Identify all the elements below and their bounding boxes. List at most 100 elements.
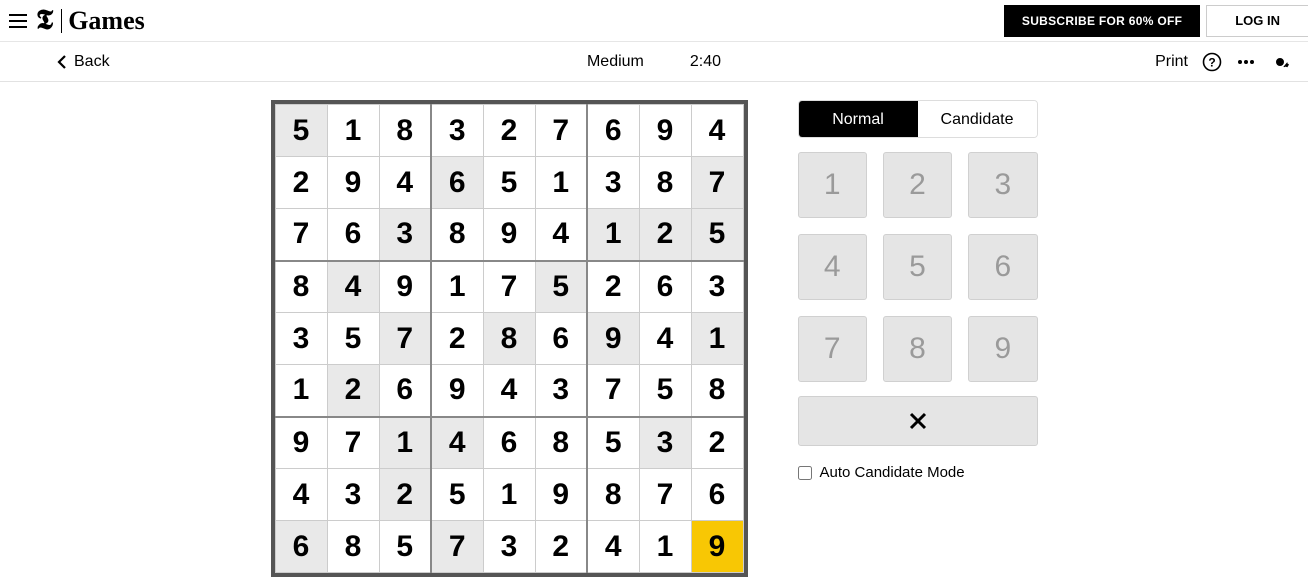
numpad-4[interactable]: 4 [798, 234, 867, 300]
sudoku-cell[interactable]: 5 [431, 469, 483, 521]
sudoku-cell[interactable]: 3 [691, 261, 743, 313]
sudoku-cell[interactable]: 1 [535, 157, 587, 209]
print-button[interactable]: Print [1155, 53, 1188, 71]
sudoku-cell[interactable]: 9 [327, 157, 379, 209]
sudoku-cell[interactable]: 9 [691, 521, 743, 573]
sudoku-cell[interactable]: 3 [587, 157, 639, 209]
numpad-8[interactable]: 8 [883, 316, 952, 382]
sudoku-cell[interactable]: 2 [587, 261, 639, 313]
sudoku-cell[interactable]: 2 [275, 157, 327, 209]
sudoku-cell[interactable]: 4 [431, 417, 483, 469]
sudoku-cell[interactable]: 6 [379, 365, 431, 417]
sudoku-cell[interactable]: 3 [327, 469, 379, 521]
brand-logo[interactable]: 𝕿 Games [36, 5, 145, 37]
clear-button[interactable] [798, 396, 1038, 446]
numpad-5[interactable]: 5 [883, 234, 952, 300]
sudoku-cell[interactable]: 6 [431, 157, 483, 209]
sudoku-cell[interactable]: 6 [587, 105, 639, 157]
sudoku-cell[interactable]: 1 [275, 365, 327, 417]
numpad-9[interactable]: 9 [968, 316, 1037, 382]
mode-tab-candidate[interactable]: Candidate [918, 101, 1037, 137]
sudoku-cell[interactable]: 2 [327, 365, 379, 417]
auto-candidate-toggle[interactable]: Auto Candidate Mode [798, 464, 1038, 481]
more-button[interactable] [1236, 52, 1256, 72]
sudoku-cell[interactable]: 9 [275, 417, 327, 469]
settings-button[interactable] [1270, 52, 1290, 72]
sudoku-cell[interactable]: 5 [275, 105, 327, 157]
sudoku-cell[interactable]: 4 [483, 365, 535, 417]
sudoku-cell[interactable]: 6 [327, 209, 379, 261]
sudoku-cell[interactable]: 3 [535, 365, 587, 417]
sudoku-cell[interactable]: 8 [275, 261, 327, 313]
numpad-3[interactable]: 3 [968, 152, 1037, 218]
sudoku-cell[interactable]: 6 [639, 261, 691, 313]
sudoku-cell[interactable]: 8 [483, 313, 535, 365]
numpad-1[interactable]: 1 [798, 152, 867, 218]
sudoku-cell[interactable]: 5 [587, 417, 639, 469]
sudoku-cell[interactable]: 2 [483, 105, 535, 157]
sudoku-cell[interactable]: 3 [379, 209, 431, 261]
sudoku-cell[interactable]: 9 [639, 105, 691, 157]
sudoku-cell[interactable]: 4 [327, 261, 379, 313]
sudoku-cell[interactable]: 4 [275, 469, 327, 521]
sudoku-cell[interactable]: 7 [275, 209, 327, 261]
sudoku-cell[interactable]: 7 [431, 521, 483, 573]
sudoku-cell[interactable]: 4 [379, 157, 431, 209]
subscribe-button[interactable]: SUBSCRIBE FOR 60% OFF [1004, 5, 1200, 37]
hamburger-menu[interactable] [0, 0, 36, 42]
sudoku-cell[interactable]: 3 [483, 521, 535, 573]
numpad-2[interactable]: 2 [883, 152, 952, 218]
sudoku-cell[interactable]: 5 [327, 313, 379, 365]
sudoku-cell[interactable]: 6 [691, 469, 743, 521]
sudoku-cell[interactable]: 4 [587, 521, 639, 573]
sudoku-cell[interactable]: 9 [535, 469, 587, 521]
sudoku-cell[interactable]: 1 [691, 313, 743, 365]
sudoku-cell[interactable]: 1 [379, 417, 431, 469]
sudoku-cell[interactable]: 2 [535, 521, 587, 573]
sudoku-cell[interactable]: 2 [639, 209, 691, 261]
sudoku-cell[interactable]: 4 [639, 313, 691, 365]
sudoku-cell[interactable]: 5 [639, 365, 691, 417]
sudoku-cell[interactable]: 9 [483, 209, 535, 261]
sudoku-cell[interactable]: 3 [431, 105, 483, 157]
mode-tab-normal[interactable]: Normal [799, 101, 918, 137]
sudoku-cell[interactable]: 7 [379, 313, 431, 365]
sudoku-cell[interactable]: 1 [483, 469, 535, 521]
sudoku-cell[interactable]: 9 [431, 365, 483, 417]
sudoku-cell[interactable]: 7 [535, 105, 587, 157]
sudoku-cell[interactable]: 3 [275, 313, 327, 365]
sudoku-cell[interactable]: 5 [379, 521, 431, 573]
sudoku-cell[interactable]: 1 [587, 209, 639, 261]
numpad-6[interactable]: 6 [968, 234, 1037, 300]
sudoku-cell[interactable]: 6 [535, 313, 587, 365]
sudoku-cell[interactable]: 8 [379, 105, 431, 157]
sudoku-cell[interactable]: 7 [691, 157, 743, 209]
sudoku-cell[interactable]: 2 [431, 313, 483, 365]
back-button[interactable]: Back [56, 53, 110, 71]
sudoku-cell[interactable]: 6 [275, 521, 327, 573]
sudoku-cell[interactable]: 9 [379, 261, 431, 313]
sudoku-cell[interactable]: 1 [639, 521, 691, 573]
sudoku-cell[interactable]: 7 [587, 365, 639, 417]
sudoku-cell[interactable]: 7 [483, 261, 535, 313]
sudoku-cell[interactable]: 1 [431, 261, 483, 313]
sudoku-cell[interactable]: 8 [691, 365, 743, 417]
sudoku-cell[interactable]: 7 [327, 417, 379, 469]
sudoku-cell[interactable]: 6 [483, 417, 535, 469]
auto-candidate-checkbox[interactable] [798, 466, 812, 480]
sudoku-cell[interactable]: 7 [639, 469, 691, 521]
help-button[interactable]: ? [1202, 52, 1222, 72]
sudoku-cell[interactable]: 4 [535, 209, 587, 261]
sudoku-cell[interactable]: 8 [431, 209, 483, 261]
sudoku-cell[interactable]: 5 [483, 157, 535, 209]
sudoku-cell[interactable]: 8 [327, 521, 379, 573]
sudoku-cell[interactable]: 3 [639, 417, 691, 469]
login-button[interactable]: LOG IN [1206, 5, 1308, 37]
sudoku-cell[interactable]: 8 [535, 417, 587, 469]
sudoku-cell[interactable]: 8 [639, 157, 691, 209]
sudoku-cell[interactable]: 9 [587, 313, 639, 365]
sudoku-cell[interactable]: 4 [691, 105, 743, 157]
sudoku-cell[interactable]: 2 [379, 469, 431, 521]
sudoku-cell[interactable]: 5 [691, 209, 743, 261]
sudoku-cell[interactable]: 8 [587, 469, 639, 521]
